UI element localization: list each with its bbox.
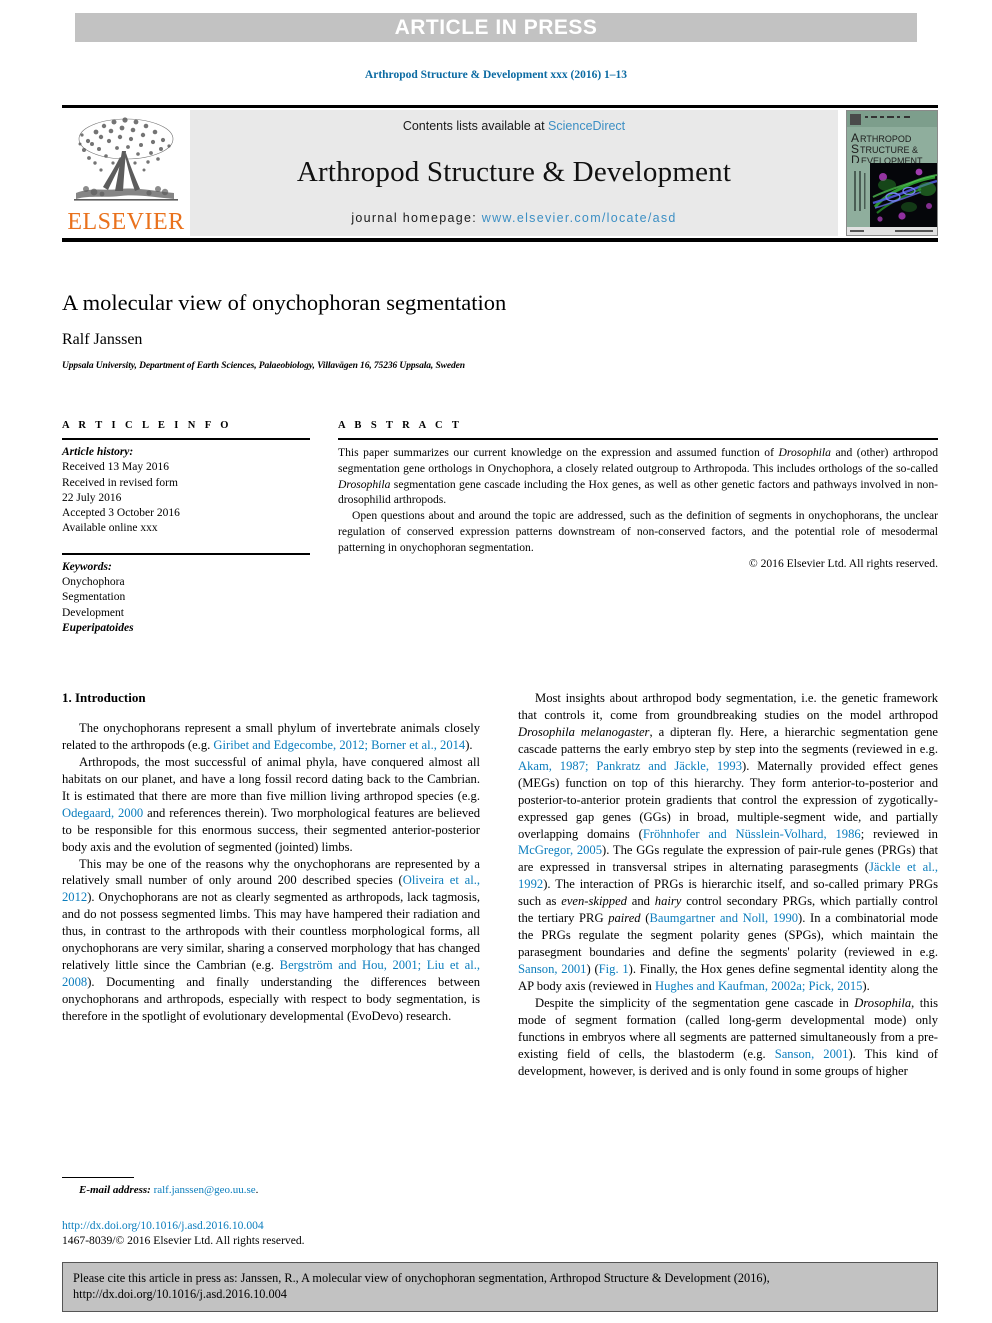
email-footnote: E-mail address: ralf.janssen@geo.uu.se.: [62, 1184, 480, 1196]
keyword-item: Segmentation: [62, 591, 126, 604]
citation-link[interactable]: Hughes and Kaufman, 2002a; Pick, 2015: [655, 979, 862, 993]
cite-line-2: http://dx.doi.org/10.1016/j.asd.2016.10.…: [73, 1286, 287, 1301]
abstract-heading: A B S T R A C T: [338, 420, 463, 431]
keyword-item: Onychophora: [62, 575, 125, 588]
footnote-rule: [62, 1177, 134, 1178]
abstract-paragraph-2: Open questions about and around the topi…: [338, 509, 938, 554]
body-paragraph: Despite the simplicity of the segmentati…: [518, 995, 938, 1080]
citation-link[interactable]: Fig. 1: [599, 962, 629, 976]
body-column-right: Most insights about arthropod body segme…: [518, 690, 938, 1080]
citation-link[interactable]: Fröhnhofer and Nüsslein-Volhard, 1986: [643, 827, 861, 841]
svg-text:TRUCTURE &: TRUCTURE &: [860, 145, 918, 155]
article-info-heading: A R T I C L E I N F O: [62, 420, 232, 431]
journal-homepage-label: journal homepage:: [351, 211, 482, 225]
email-label: E-mail address:: [79, 1184, 151, 1196]
abstract-paragraph-1: This paper summarizes our current knowle…: [338, 445, 938, 508]
abstract-run: segmentation gene cascade including the …: [338, 477, 938, 507]
article-history-block: Article history: Received 13 May 2016 Re…: [62, 445, 310, 537]
text-run: ) (: [586, 962, 599, 976]
email-link[interactable]: ralf.janssen@geo.uu.se: [154, 1184, 256, 1196]
abstract-run: This paper summarizes our current knowle…: [338, 446, 779, 459]
doi-block: http://dx.doi.org/10.1016/j.asd.2016.10.…: [62, 1218, 480, 1249]
keywords-block: Keywords: Onychophora Segmentation Devel…: [62, 560, 310, 636]
contents-lists-line: Contents lists available at ScienceDirec…: [403, 119, 625, 133]
citation-link[interactable]: Sanson, 2001: [775, 1047, 849, 1061]
journal-cover-image: A RTHROPOD S TRUCTURE & D EVELOPMENT: [847, 111, 937, 235]
article-history-label: Article history:: [62, 446, 134, 458]
keyword-item: Development: [62, 606, 124, 619]
text-run: and: [626, 894, 655, 909]
abstract-copyright: © 2016 Elsevier Ltd. All rights reserved…: [748, 557, 938, 571]
italic-term: even-skipped: [561, 894, 627, 909]
author-affiliation: Uppsala University, Department of Earth …: [62, 361, 465, 371]
body-text-right: Most insights about arthropod body segme…: [518, 690, 938, 1080]
citation-link[interactable]: Baumgartner and Noll, 1990: [649, 911, 798, 925]
section-heading-introduction: 1. Introduction: [62, 690, 146, 705]
text-run: ).: [862, 978, 870, 993]
masthead-top-rule: [62, 105, 938, 108]
citation-link[interactable]: Akam, 1987; Pankratz and Jäckle, 1993: [518, 759, 742, 773]
journal-homepage-line: journal homepage: www.elsevier.com/locat…: [351, 211, 676, 225]
citation-link[interactable]: Odegaard, 2000: [62, 806, 143, 820]
svg-text:RTHROPOD: RTHROPOD: [860, 134, 912, 144]
abstract-italic-run: Drosophila: [778, 446, 831, 459]
elsevier-wordmark: ELSEVIER: [67, 209, 185, 235]
body-column-left: 1. Introduction The onychophorans repres…: [62, 690, 480, 1025]
history-item: Accepted 3 October 2016: [62, 507, 180, 520]
journal-masthead: ELSEVIER Contents lists available at Sci…: [62, 110, 938, 236]
issn-copyright-line: 1467-8039/© 2016 Elsevier Ltd. All right…: [62, 1234, 305, 1248]
body-text-left: The onychophorans represent a small phyl…: [62, 720, 480, 1025]
abstract-body: This paper summarizes our current knowle…: [338, 445, 938, 572]
abstract-divider: [338, 438, 938, 440]
article-info-column: A R T I C L E I N F O Article history: R…: [62, 420, 310, 636]
history-item: Available online xxx: [62, 522, 158, 535]
author-name: Ralf Janssen: [62, 331, 143, 348]
text-run: ).: [465, 737, 473, 752]
cite-line-1: Please cite this article in press as: Ja…: [73, 1271, 770, 1285]
body-paragraph: This may be one of the reasons why the o…: [62, 856, 480, 1025]
abstract-italic-run: Drosophila: [338, 477, 391, 491]
citation-link[interactable]: Giribet and Edgecombe, 2012; Borner et a…: [213, 738, 465, 752]
citation-link[interactable]: Sanson, 2001: [518, 962, 586, 976]
text-run: Most insights about arthropod body segme…: [518, 691, 938, 722]
article-in-press-label: ARTICLE IN PRESS: [394, 15, 598, 39]
keywords-divider: [62, 552, 310, 555]
journal-running-head: Arthropod Structure & Development xxx (2…: [364, 69, 628, 81]
text-run: Arthropods, the most successful of anima…: [62, 754, 480, 803]
keyword-item: Euperipatoides: [62, 621, 134, 634]
italic-term: hairy: [654, 894, 682, 909]
cite-this-article-box: Please cite this article in press as: Ja…: [62, 1262, 938, 1312]
keywords-label: Keywords:: [62, 560, 112, 573]
text-run: ). Documenting and finally understanding…: [62, 975, 480, 1023]
journal-title: Arthropod Structure & Development: [296, 155, 732, 188]
history-item: Received in revised form: [62, 476, 178, 489]
sciencedirect-link[interactable]: ScienceDirect: [548, 119, 625, 133]
contents-lists-prefix: Contents lists available at: [402, 119, 549, 133]
history-item: Received 13 May 2016: [62, 461, 169, 474]
doi-link[interactable]: http://dx.doi.org/10.1016/j.asd.2016.10.…: [62, 1218, 480, 1233]
italic-term: Drosophila melanogaster: [518, 724, 650, 739]
body-paragraph: Arthropods, the most successful of anima…: [62, 754, 480, 856]
history-item: 22 July 2016: [62, 491, 122, 504]
text-run: ; reviewed in: [860, 826, 938, 841]
article-info-divider: [62, 438, 310, 440]
italic-term: paired: [608, 911, 641, 926]
elsevier-tree-icon: [74, 117, 178, 201]
elsevier-logo: ELSEVIER: [62, 110, 190, 236]
journal-homepage-link[interactable]: www.elsevier.com/locate/asd: [482, 211, 677, 225]
page-title: A molecular view of onychophoran segment…: [62, 290, 507, 315]
masthead-bottom-rule: [62, 238, 938, 242]
email-suffix: .: [255, 1184, 259, 1196]
article-in-press-banner: ARTICLE IN PRESS: [75, 13, 917, 42]
body-paragraph: The onychophorans represent a small phyl…: [62, 720, 480, 754]
italic-term: Drosophila: [854, 995, 912, 1010]
masthead-center-panel: Contents lists available at ScienceDirec…: [190, 110, 838, 236]
body-paragraph: Most insights about arthropod body segme…: [518, 690, 938, 995]
citation-link[interactable]: McGregor, 2005: [518, 843, 602, 857]
text-run: Despite the simplicity of the segmentati…: [535, 995, 855, 1010]
abstract-column: A B S T R A C T This paper summarizes ou…: [338, 420, 938, 572]
journal-cover-thumbnail: A RTHROPOD S TRUCTURE & D EVELOPMENT: [846, 110, 938, 236]
